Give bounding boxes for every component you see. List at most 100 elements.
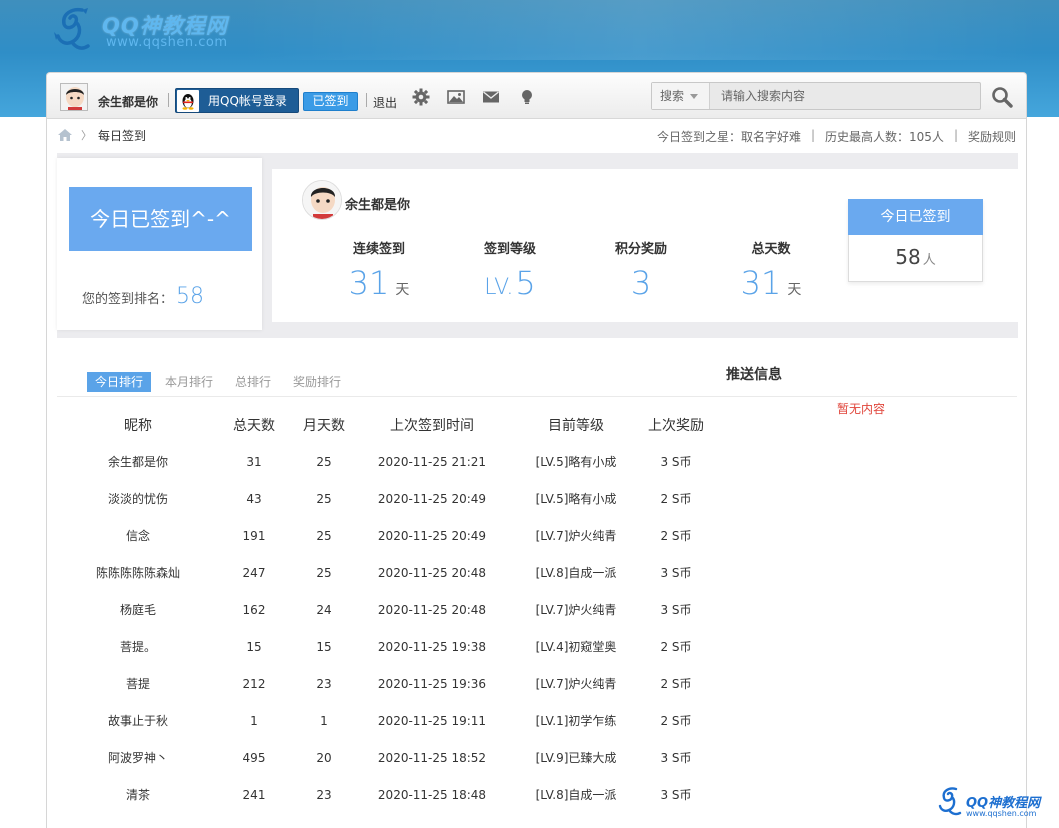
lightbulb-icon[interactable] (518, 88, 536, 106)
cell-nickname[interactable]: 淡淡的忧伤 (57, 480, 219, 517)
cell-nickname[interactable]: 菩提。 (57, 628, 219, 665)
cell-total-days: 43 (246, 491, 262, 506)
ranking-table: 昵称 总天数 月天数 上次签到时间 目前等级 上次奖励 余生都是你 31 25 202… (57, 406, 705, 813)
user-toolbar: 余生都是你 用QQ帐号登录 已签到 退出 搜索 请输入搜索内容 (47, 73, 1026, 119)
stats-username[interactable]: 余生都是你 (345, 194, 410, 213)
tab-reward[interactable]: 奖励排行 (285, 372, 349, 392)
stat-level: 签到等级 LV.5 (455, 238, 565, 306)
stat-label: 总天数 (751, 242, 791, 257)
qq-penguin-icon (177, 89, 199, 112)
watermark-url: www.qqshen.com (966, 809, 1037, 818)
cell-total-days: 1 (250, 713, 258, 728)
cell-nickname[interactable]: 故事止于秋 (57, 702, 219, 739)
tab-divider (57, 396, 1017, 397)
main-container: 余生都是你 用QQ帐号登录 已签到 退出 搜索 请输入搜索内容 〉 每日签到 今… (46, 72, 1027, 828)
cell-nickname[interactable]: 阿波罗神丶 (57, 739, 219, 776)
cell-last-time: 2020-11-25 19:11 (377, 713, 487, 728)
site-logo[interactable]: QQ神教程网 www.qqshen.com (52, 4, 252, 54)
avatar[interactable] (60, 83, 88, 111)
col-nickname: 昵称 (124, 417, 152, 434)
summary-divider: | (953, 128, 958, 142)
cell-month-days: 24 (316, 602, 332, 617)
checkin-rank: 您的签到排名： 58 (82, 284, 204, 309)
tab-month[interactable]: 本月排行 (157, 372, 221, 392)
toolbar-username[interactable]: 余生都是你 (98, 93, 158, 110)
table-row: 阿波罗神丶 495 20 2020-11-25 18:52 [LV.9]已臻大成 3 S币 (57, 739, 705, 776)
search-input[interactable] (711, 83, 979, 109)
stat-unit: 天 (395, 282, 410, 298)
cell-level: [LV.7]炉火纯青 (535, 677, 617, 691)
cell-total-days: 495 (242, 750, 266, 765)
cell-nickname[interactable]: 陈陈陈陈陈森灿 (57, 554, 219, 591)
cell-last-time: 2020-11-25 18:48 (377, 787, 487, 802)
toolbar-divider (366, 93, 367, 107)
cell-level: [LV.5]略有小成 (535, 455, 617, 469)
cell-month-days: 15 (316, 639, 332, 654)
today-count-box: 今日已签到 58 人 (848, 199, 983, 282)
cell-last-reward: 3 S币 (660, 788, 692, 802)
stat-unit: 天 (787, 282, 802, 298)
search-box: 搜索 (651, 82, 981, 110)
summary-divider: | (810, 128, 816, 142)
checkin-card: 今日已签到^-^ 您的签到排名： 58 (57, 158, 262, 330)
cell-nickname[interactable]: 信念 (57, 517, 219, 554)
rules-link[interactable]: 奖励规则 (968, 128, 1016, 145)
cell-nickname[interactable]: 清茶 (57, 776, 219, 813)
signed-in-button[interactable]: 已签到 (303, 92, 358, 111)
cell-total-days: 162 (242, 602, 266, 617)
cell-last-reward: 3 S币 (660, 603, 692, 617)
table-row: 菩提 212 23 2020-11-25 19:36 [LV.7]炉火纯青 2 S币 (57, 665, 705, 702)
avatar[interactable] (302, 180, 342, 220)
search-icon[interactable] (991, 86, 1013, 108)
cell-last-time: 2020-11-25 19:36 (377, 676, 487, 691)
stat-label: 积分奖励 (614, 242, 667, 257)
col-month-days: 月天数 (303, 417, 345, 434)
breadcrumb-current[interactable]: 每日签到 (98, 127, 146, 144)
cell-nickname[interactable]: 余生都是你 (57, 443, 219, 480)
cell-total-days: 15 (246, 639, 262, 654)
stat-value: 31 (740, 264, 782, 302)
image-icon[interactable] (447, 88, 465, 106)
cell-nickname[interactable]: 菩提 (57, 665, 219, 702)
gear-icon[interactable] (412, 88, 430, 106)
stat-points: 积分奖励 3 (586, 238, 696, 301)
mail-icon[interactable] (482, 88, 500, 106)
cell-last-reward: 3 S币 (660, 455, 692, 469)
col-level: 目前等级 (548, 417, 604, 434)
cell-month-days: 23 (316, 676, 332, 691)
cell-month-days: 23 (316, 787, 332, 802)
cell-level: [LV.1]初学乍练 (535, 714, 617, 728)
stat-value: 3 (630, 264, 652, 302)
cell-last-time: 2020-11-25 20:49 (377, 528, 487, 543)
table-row: 陈陈陈陈陈森灿 247 25 2020-11-25 20:48 [LV.8]自成一派 3 … (57, 554, 705, 591)
stat-value: 5 (515, 264, 536, 302)
tab-total[interactable]: 总排行 (227, 372, 279, 392)
rank-label: 您的签到排名： (82, 292, 174, 307)
max-label: 历史最高人数： (825, 130, 910, 144)
qq-login-button[interactable]: 用QQ帐号登录 (175, 88, 299, 113)
home-icon[interactable] (57, 128, 73, 142)
search-type-select[interactable]: 搜索 (652, 83, 710, 109)
today-count-title: 今日已签到 (848, 199, 983, 235)
star-name[interactable]: 取名字好难 (741, 128, 801, 145)
cell-nickname[interactable]: 杨庭毛 (57, 591, 219, 628)
cell-last-reward: 2 S币 (660, 640, 692, 654)
stat-value: 31 (348, 264, 390, 302)
logout-link[interactable]: 退出 (373, 94, 397, 111)
cell-level: [LV.8]自成一派 (535, 788, 617, 802)
cell-last-reward: 2 S币 (660, 714, 692, 728)
cell-last-time: 2020-11-25 20:48 (377, 565, 487, 580)
cell-month-days: 1 (320, 713, 328, 728)
cell-month-days: 25 (316, 565, 332, 580)
cell-month-days: 25 (316, 528, 332, 543)
dragon-logo-icon (54, 7, 90, 50)
cell-month-days: 25 (316, 491, 332, 506)
cell-last-time: 2020-11-25 20:49 (377, 491, 487, 506)
ranking-tabs: 今日排行 本月排行 总排行 奖励排行 (87, 372, 355, 392)
col-last-time: 上次签到时间 (390, 417, 474, 434)
site-url: www.qqshen.com (106, 35, 228, 50)
breadcrumb-separator: 〉 (81, 129, 92, 142)
tab-today[interactable]: 今日排行 (87, 372, 152, 392)
checkin-button[interactable]: 今日已签到^-^ (69, 187, 252, 251)
stat-prefix: LV. (484, 275, 514, 300)
